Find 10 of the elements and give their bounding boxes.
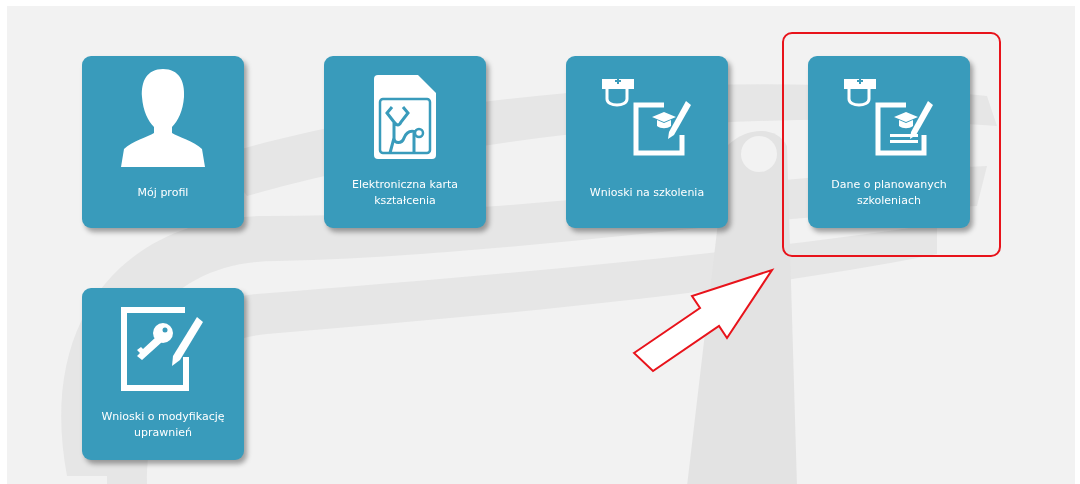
nurse-cap-form-icon: [844, 77, 934, 157]
medical-card-icon: [374, 75, 436, 159]
nurse-cap-document-icon: [602, 77, 692, 157]
key-document-icon: [121, 307, 205, 391]
menu-tile[interactable]: Mój profil: [82, 56, 244, 228]
menu-tile[interactable]: Wnioski na szkolenia: [566, 56, 728, 228]
menu-tile[interactable]: Dane o planowanych szkoleniach: [808, 56, 970, 228]
person-icon: [121, 67, 205, 167]
menu-tile[interactable]: Wnioski o modyfikację uprawnień: [82, 288, 244, 460]
menu-tile[interactable]: Elektroniczna karta kształcenia: [324, 56, 486, 228]
